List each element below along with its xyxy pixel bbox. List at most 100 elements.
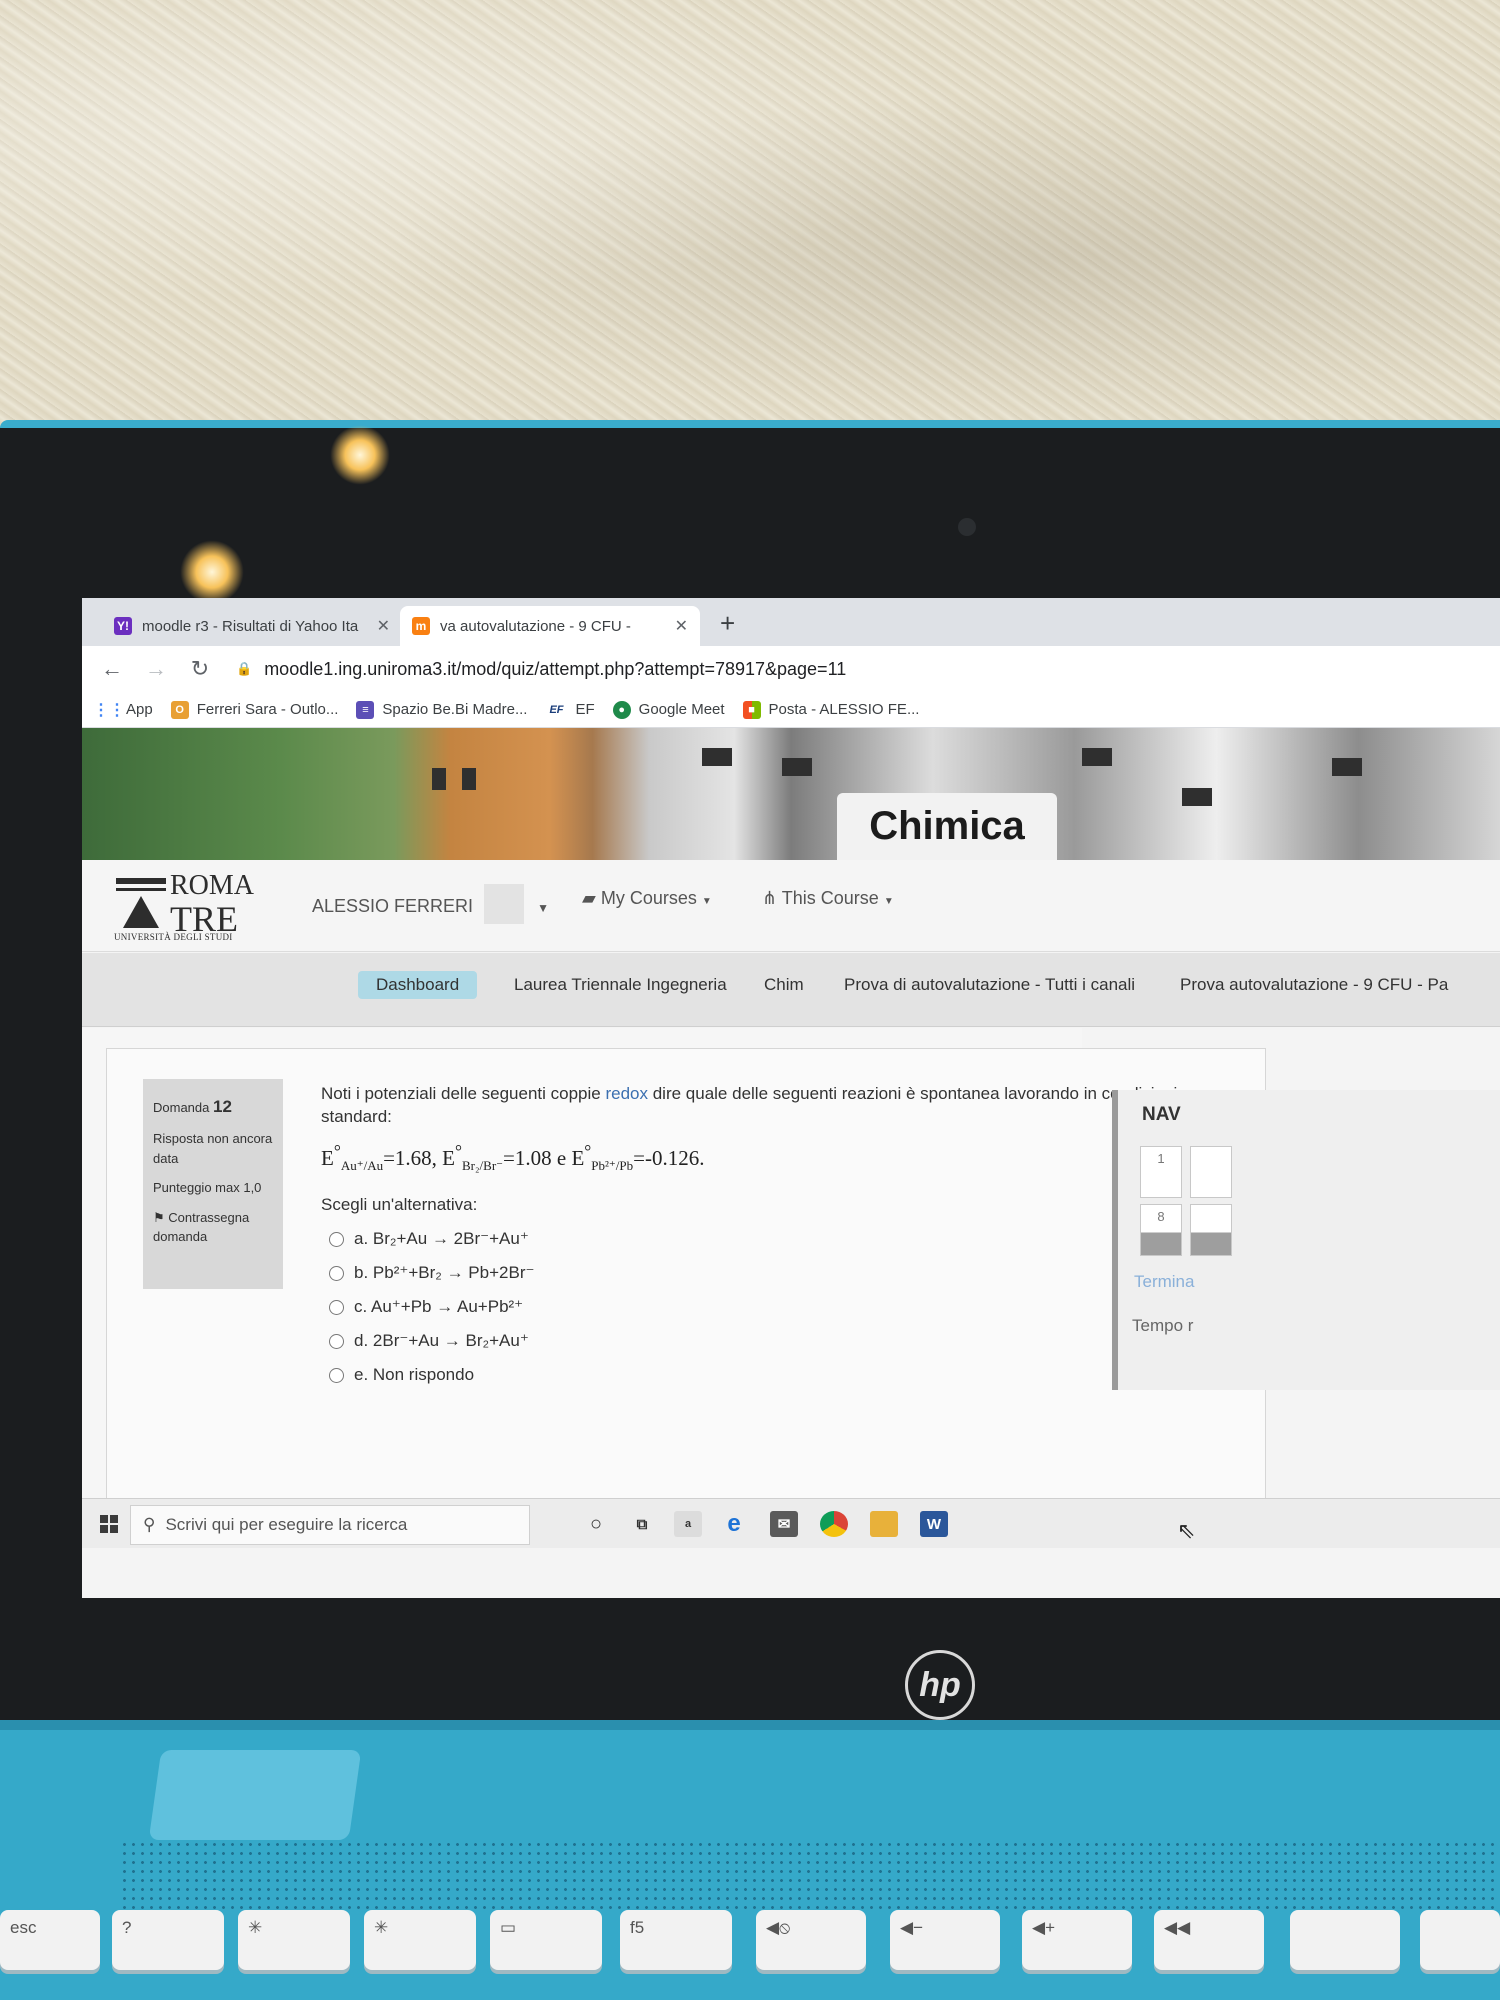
radio-button[interactable] (329, 1265, 344, 1281)
reload-icon[interactable]: ↻ (186, 656, 214, 682)
chrome-icon[interactable] (820, 1511, 848, 1537)
tab-label: moodle r3 - Risultati di Yahoo Ita (142, 617, 359, 635)
lamp-reflection (180, 540, 244, 604)
key-f1[interactable]: ? (112, 1910, 224, 1970)
finish-attempt-link[interactable]: Termina (1134, 1272, 1194, 1292)
chevron-down-icon: ▼ (701, 896, 712, 907)
university-logo[interactable]: ROMA TRE UNIVERSITÀ DEGLI STUDI (112, 870, 254, 942)
word-icon[interactable]: W (920, 1511, 948, 1537)
breadcrumb-chim[interactable]: Chim (764, 975, 804, 995)
flag-label: Contrassegna domanda (153, 1209, 250, 1245)
moodle-navbar: ROMA TRE UNIVERSITÀ DEGLI STUDI ALESSIO … (82, 860, 1500, 952)
webcam (958, 518, 976, 536)
radio-button[interactable] (329, 1299, 344, 1315)
answer-option-d[interactable]: d. 2Br⁻+Au → Br₂+Au⁺ (329, 1331, 529, 1351)
breadcrumb-prova-canali[interactable]: Prova di autovalutazione - Tutti i canal… (844, 975, 1135, 995)
answer-option-c[interactable]: c. Au⁺+Pb → Au+Pb²⁺ (329, 1297, 523, 1317)
edge-icon[interactable]: e (720, 1510, 748, 1537)
answer-option-a[interactable]: a. Br₂+Au → 2Br⁻+Au⁺ (329, 1229, 529, 1249)
key-esc[interactable]: esc (0, 1910, 100, 1970)
search-icon: ⚲ (143, 1515, 156, 1534)
browser-tab-active[interactable]: m va autovalutazione - 9 CFU - ✕ (400, 606, 700, 646)
forward-icon[interactable]: → (142, 656, 170, 682)
question-number: Domanda 12 (153, 1097, 232, 1116)
question-max-score: Punteggio max 1,0 (153, 1180, 262, 1196)
bookmark-posta[interactable]: ■ Posta - ALESSIO FE... (742, 700, 920, 719)
key-f10[interactable] (1290, 1910, 1400, 1970)
browser-tab[interactable]: Y! moodle r3 - Risultati di Yahoo Ita ✕ (102, 606, 402, 646)
tab-label: va autovalutazione - 9 CFU - (440, 617, 631, 635)
bookmark-label: App (126, 701, 153, 718)
user-menu[interactable]: ALESSIO FERRERI ▼ (312, 884, 549, 924)
answer-option-e[interactable]: e. Non rispondo (329, 1365, 474, 1385)
quiz-navigation-panel: NAV 1 8 Termina Tempo r (1112, 1090, 1500, 1390)
roma-tre-logo-mark (116, 878, 166, 928)
key-f5[interactable]: f5 (620, 1910, 732, 1970)
key-f8[interactable]: ◀+ (1022, 1910, 1132, 1970)
chevron-down-icon: ▼ (537, 901, 549, 915)
lock-icon: 🔒 (236, 661, 253, 676)
breadcrumb-dashboard[interactable]: Dashboard (358, 971, 478, 999)
windows-start-icon[interactable] (100, 1515, 118, 1533)
breadcrumb-laurea[interactable]: Laurea Triennale Ingegneria (514, 975, 727, 995)
speaker-grill (120, 1840, 1500, 1910)
redox-link[interactable]: redox (605, 1084, 648, 1103)
bookmark-ef[interactable]: EF EF (545, 701, 594, 719)
quiz-nav-question-9[interactable] (1190, 1204, 1232, 1256)
file-explorer-icon[interactable] (870, 1511, 898, 1537)
option-label: e. Non rispondo (354, 1365, 475, 1384)
user-name: ALESSIO FERRERI (312, 896, 474, 916)
bookmark-meet[interactable]: ● Google Meet (612, 700, 725, 719)
answer-option-b[interactable]: b. Pb²⁺+Br₂ → Pb+2Br⁻ (329, 1263, 534, 1283)
radio-button[interactable] (329, 1231, 344, 1247)
key-f9[interactable]: ◀◀ (1154, 1910, 1264, 1970)
this-course-label: This Course (781, 888, 879, 908)
bookmark-label: Google Meet (638, 701, 725, 718)
course-banner-image: Chimica (82, 728, 1500, 860)
breadcrumb: Dashboard Laurea Triennale Ingegneria Ch… (82, 953, 1500, 1027)
apps-grid-icon: ⋮⋮ (93, 701, 125, 719)
option-label: c. Au⁺+Pb → Au+Pb²⁺ (354, 1297, 524, 1316)
bookmark-spazio[interactable]: ≡ Spazio Be.Bi Madre... (356, 700, 527, 719)
breadcrumb-prova-9cfu[interactable]: Prova autovalutazione - 9 CFU - Pa (1180, 975, 1448, 995)
radio-button[interactable] (329, 1367, 344, 1383)
my-courses-menu[interactable]: ▰ My Courses ▼ (582, 888, 712, 909)
key-f6[interactable]: ◀⦸ (756, 1910, 866, 1970)
hp-logo: hp (905, 1650, 975, 1720)
flag-question[interactable]: ⚑ Contrassegna domanda (153, 1208, 273, 1247)
close-tab-icon[interactable]: ✕ (675, 616, 688, 636)
radio-button[interactable] (329, 1333, 344, 1349)
key-f3[interactable]: ✳ (364, 1910, 476, 1970)
touchpad[interactable] (148, 1750, 362, 1840)
key-f4[interactable]: ▭ (490, 1910, 602, 1970)
url-field[interactable]: 🔒 moodle1.ing.uniroma3.it/mod/quiz/attem… (236, 659, 846, 680)
bookmark-label: Posta - ALESSIO FE... (768, 701, 920, 718)
app-icon[interactable]: a (674, 1511, 702, 1537)
mouse-cursor-icon: ⇖ (1177, 1518, 1196, 1543)
key-f2[interactable]: ✳ (238, 1910, 350, 1970)
new-tab-button[interactable]: + (720, 608, 735, 639)
taskbar-search[interactable]: ⚲ Scrivi qui per eseguire la ricerca (130, 1505, 530, 1545)
main-content: Domanda 12 Risposta non ancora data Punt… (82, 1028, 1266, 1538)
bookmark-outlook[interactable]: O Ferreri Sara - Outlo... (170, 700, 338, 719)
time-left: Tempo r (1132, 1316, 1194, 1335)
bookmark-app[interactable]: ⋮⋮ App (93, 701, 153, 719)
question-info: Domanda 12 Risposta non ancora data Punt… (143, 1079, 283, 1289)
cortana-icon[interactable]: ○ (582, 1511, 610, 1537)
task-view-icon[interactable]: ⧉ (628, 1511, 656, 1537)
quiz-nav-question-8[interactable]: 8 (1140, 1204, 1182, 1256)
key-f11[interactable] (1420, 1910, 1500, 1970)
logo-subtitle: UNIVERSITÀ DEGLI STUDI (114, 932, 233, 942)
close-tab-icon[interactable]: ✕ (377, 616, 390, 636)
mail-app-icon[interactable]: ✉ (770, 1511, 798, 1537)
quiz-nav-question-1[interactable]: 1 (1140, 1146, 1182, 1198)
chevron-down-icon: ▼ (883, 896, 894, 907)
back-icon[interactable]: ← (98, 656, 126, 682)
address-bar-row: ← → ↻ 🔒 moodle1.ing.uniroma3.it/mod/quiz… (82, 646, 1500, 692)
avatar (484, 884, 525, 924)
list-icon: ≡ (356, 700, 375, 719)
browser-tab-bar: Y! moodle r3 - Risultati di Yahoo Ita ✕ … (82, 598, 1500, 646)
quiz-nav-question-2[interactable] (1190, 1146, 1232, 1198)
this-course-menu[interactable]: ⋔ This Course ▼ (762, 888, 894, 909)
key-f7[interactable]: ◀− (890, 1910, 1000, 1970)
